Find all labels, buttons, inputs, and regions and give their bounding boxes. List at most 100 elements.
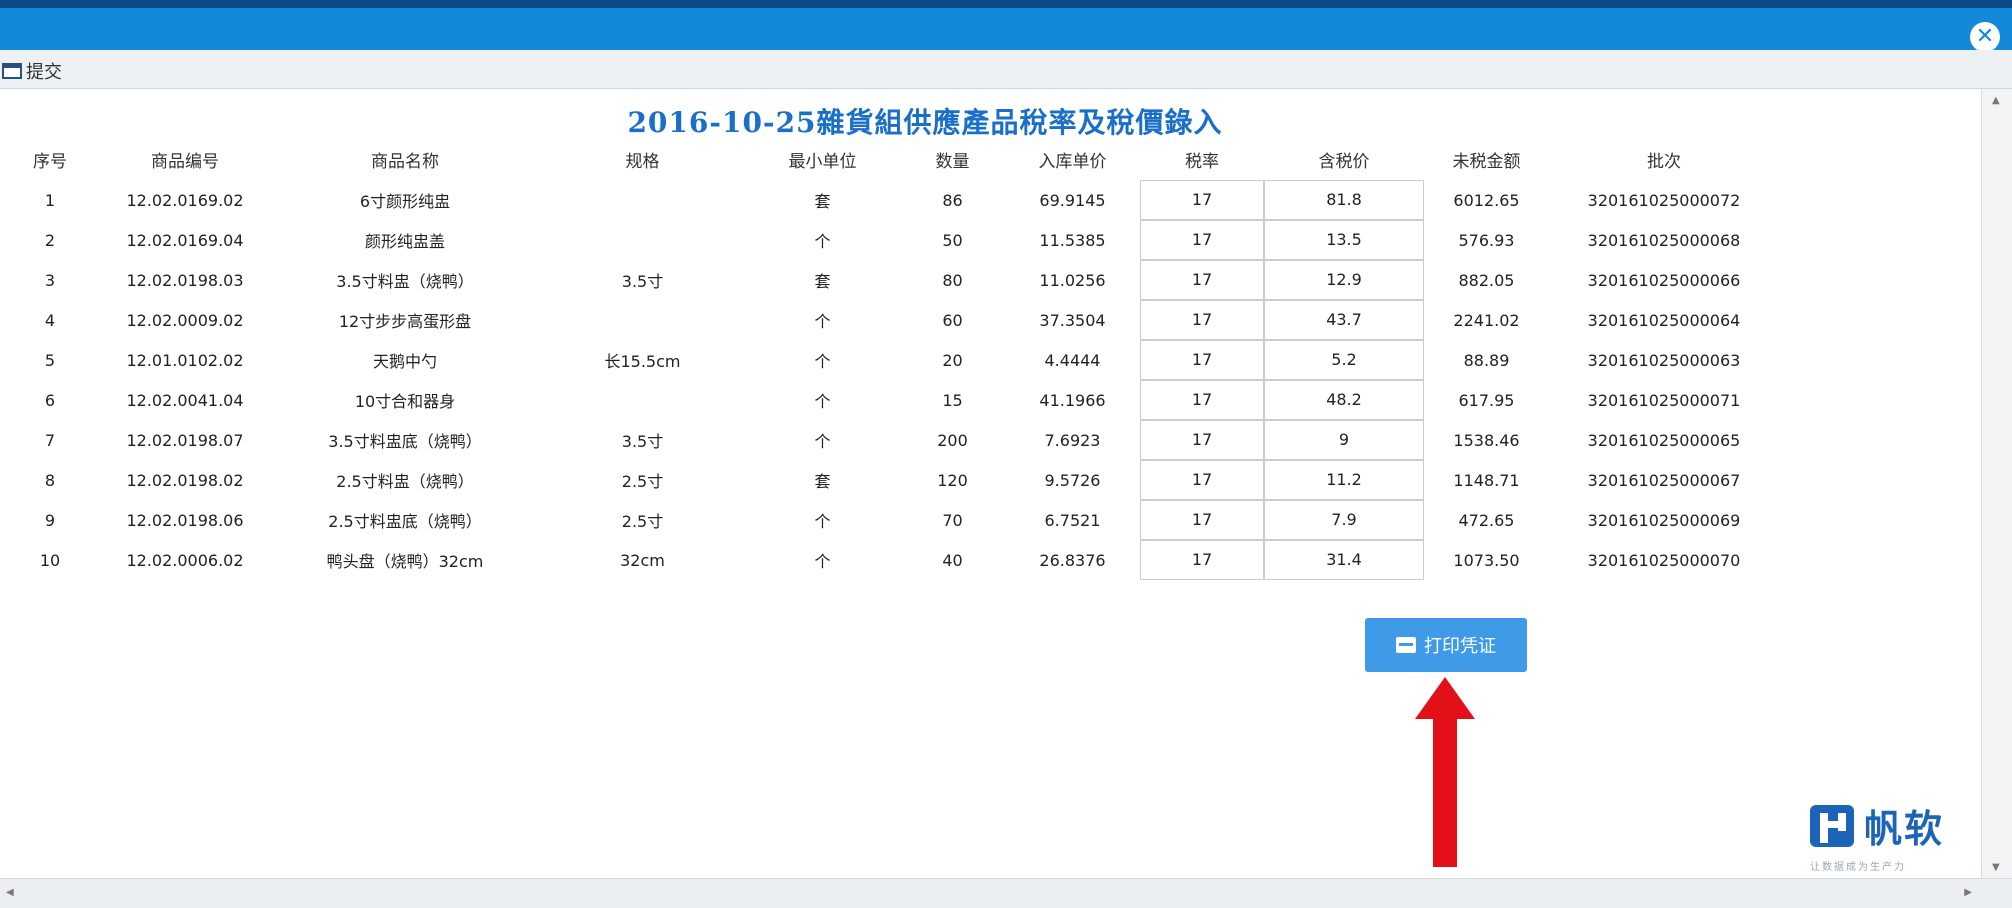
unit-price: 11.0256 xyxy=(1039,270,1106,290)
batch-number: 320161025000065 xyxy=(1587,430,1741,450)
vertical-scrollbar[interactable]: ▲ ▼ xyxy=(1981,89,2012,879)
unit-price: 6.7521 xyxy=(1044,510,1101,530)
product-name: 颜形纯盅盖 xyxy=(364,232,445,251)
row-index: 8 xyxy=(44,470,56,490)
table-row: 7 12.02.0198.07 3.5寸料盅底（烧鸭） 3.5寸 个 200 7.6923 1… xyxy=(0,420,1779,460)
scroll-down-icon[interactable]: ▼ xyxy=(1992,862,2000,873)
pre-tax-amount: 617.95 xyxy=(1458,390,1515,410)
col-header: 商品编号 xyxy=(151,151,219,172)
tax-rate-cell: 17 xyxy=(1140,220,1264,260)
tax-rate-input[interactable]: 17 xyxy=(1140,340,1264,380)
unit-price: 11.5385 xyxy=(1039,230,1106,250)
horizontal-scrollbar[interactable]: ◀ ▶ xyxy=(0,878,2012,908)
tax-inclusive-price-cell: 7.9 xyxy=(1264,500,1424,540)
logo-tagline: 让数据成为生产力 xyxy=(1810,862,1906,873)
quantity: 200 xyxy=(937,430,968,450)
tax-inclusive-price-input[interactable]: 43.7 xyxy=(1264,300,1424,340)
window-icon xyxy=(2,63,22,79)
scroll-left-icon[interactable]: ◀ xyxy=(6,887,14,898)
tax-rate-cell: 17 xyxy=(1140,540,1264,580)
tax-rate-cell: 17 xyxy=(1140,180,1264,220)
tax-rate-cell: 17 xyxy=(1140,260,1264,300)
quantity: 70 xyxy=(942,510,963,530)
submit-label: 提交 xyxy=(26,62,62,83)
tax-rate-input[interactable]: 17 xyxy=(1140,300,1264,340)
red-arrow-up-icon xyxy=(1415,677,1475,867)
table-row: 4 12.02.0009.02 12寸步步高蛋形盘 个 60 37.3504 17 43.7 2… xyxy=(0,300,1779,340)
min-unit: 套 xyxy=(814,192,831,211)
row-index: 4 xyxy=(44,310,56,330)
tax-inclusive-price-input[interactable]: 7.9 xyxy=(1264,500,1424,540)
unit-price: 37.3504 xyxy=(1039,310,1106,330)
tax-rate-input[interactable]: 17 xyxy=(1140,380,1264,420)
min-unit: 个 xyxy=(814,432,831,451)
tax-rate-input[interactable]: 17 xyxy=(1140,500,1264,540)
spec: 2.5寸 xyxy=(621,512,664,531)
tax-inclusive-price-input[interactable]: 5.2 xyxy=(1264,340,1424,380)
quantity: 20 xyxy=(942,350,963,370)
batch-number: 320161025000063 xyxy=(1587,350,1741,370)
tax-inclusive-price-cell: 9 xyxy=(1264,420,1424,460)
report-title: 2016-10-25雜貨組供應產品稅率及稅價錄入 xyxy=(627,106,1223,139)
tax-rate-input[interactable]: 17 xyxy=(1140,180,1264,220)
unit-price: 4.4444 xyxy=(1044,350,1101,370)
row-index: 6 xyxy=(44,390,56,410)
tax-inclusive-price-input[interactable]: 31.4 xyxy=(1264,540,1424,580)
product-code: 12.02.0006.02 xyxy=(126,550,244,570)
row-index: 9 xyxy=(44,510,56,530)
product-name: 6寸颜形纯盅 xyxy=(359,192,451,211)
tax-rate-input[interactable]: 17 xyxy=(1140,260,1264,300)
tax-inclusive-price-cell: 31.4 xyxy=(1264,540,1424,580)
table-row: 3 12.02.0198.03 3.5寸料盅（烧鸭） 3.5寸 套 80 11.0256 17… xyxy=(0,260,1779,300)
tax-inclusive-price-input[interactable]: 12.9 xyxy=(1264,260,1424,300)
tax-rate-cell: 17 xyxy=(1140,460,1264,500)
spec xyxy=(540,380,745,420)
batch-number: 320161025000066 xyxy=(1587,270,1741,290)
pre-tax-amount: 1538.46 xyxy=(1453,430,1520,450)
tax-inclusive-price-cell: 13.5 xyxy=(1264,220,1424,260)
tax-rate-input[interactable]: 17 xyxy=(1140,220,1264,260)
col-header: 含税价 xyxy=(1318,151,1370,172)
scroll-right-icon[interactable]: ▶ xyxy=(1964,887,1972,898)
tax-inclusive-price-input[interactable]: 48.2 xyxy=(1264,380,1424,420)
tax-rate-input[interactable]: 17 xyxy=(1140,460,1264,500)
quantity: 40 xyxy=(942,550,963,570)
scroll-up-icon[interactable]: ▲ xyxy=(1992,95,2000,106)
printer-icon xyxy=(1396,637,1416,653)
quantity: 15 xyxy=(942,390,963,410)
close-circle-icon[interactable]: ✕ xyxy=(1970,22,2000,52)
col-header: 未税金额 xyxy=(1452,151,1521,172)
min-unit: 个 xyxy=(814,232,831,251)
batch-number: 320161025000068 xyxy=(1587,230,1741,250)
row-index: 7 xyxy=(44,430,56,450)
spec xyxy=(540,180,745,220)
tax-rate-input[interactable]: 17 xyxy=(1140,540,1264,580)
min-unit: 个 xyxy=(814,552,831,571)
tax-rate-input[interactable]: 17 xyxy=(1140,420,1264,460)
unit-price: 9.5726 xyxy=(1044,470,1101,490)
pre-tax-amount: 88.89 xyxy=(1463,350,1510,370)
tax-inclusive-price-input[interactable]: 81.8 xyxy=(1264,180,1424,220)
tax-inclusive-price-cell: 12.9 xyxy=(1264,260,1424,300)
brand-logo: 帆软 xyxy=(1808,798,1944,853)
product-name: 12寸步步高蛋形盘 xyxy=(338,312,472,331)
spec xyxy=(540,300,745,340)
batch-number: 320161025000072 xyxy=(1587,190,1741,210)
min-unit: 套 xyxy=(814,272,831,291)
pre-tax-amount: 576.93 xyxy=(1458,230,1515,250)
table-row: 2 12.02.0169.04 颜形纯盅盖 个 50 11.5385 17 13.5 576.9… xyxy=(0,220,1779,260)
product-name: 10寸合和器身 xyxy=(354,392,456,411)
print-button-label: 打印凭证 xyxy=(1424,636,1496,657)
tax-rate-cell: 17 xyxy=(1140,300,1264,340)
tax-inclusive-price-input[interactable]: 11.2 xyxy=(1264,460,1424,500)
product-code: 12.02.0169.02 xyxy=(126,190,244,210)
print-voucher-button[interactable]: 打印凭证 xyxy=(1365,618,1527,672)
min-unit: 个 xyxy=(814,392,831,411)
submit-button[interactable]: 提交 xyxy=(2,58,62,84)
product-code: 12.02.0198.06 xyxy=(126,510,244,530)
spec: 长15.5cm xyxy=(604,352,681,371)
tax-rate-cell: 17 xyxy=(1140,500,1264,540)
col-header: 商品名称 xyxy=(371,151,439,172)
tax-inclusive-price-input[interactable]: 9 xyxy=(1264,420,1424,460)
tax-inclusive-price-input[interactable]: 13.5 xyxy=(1264,220,1424,260)
